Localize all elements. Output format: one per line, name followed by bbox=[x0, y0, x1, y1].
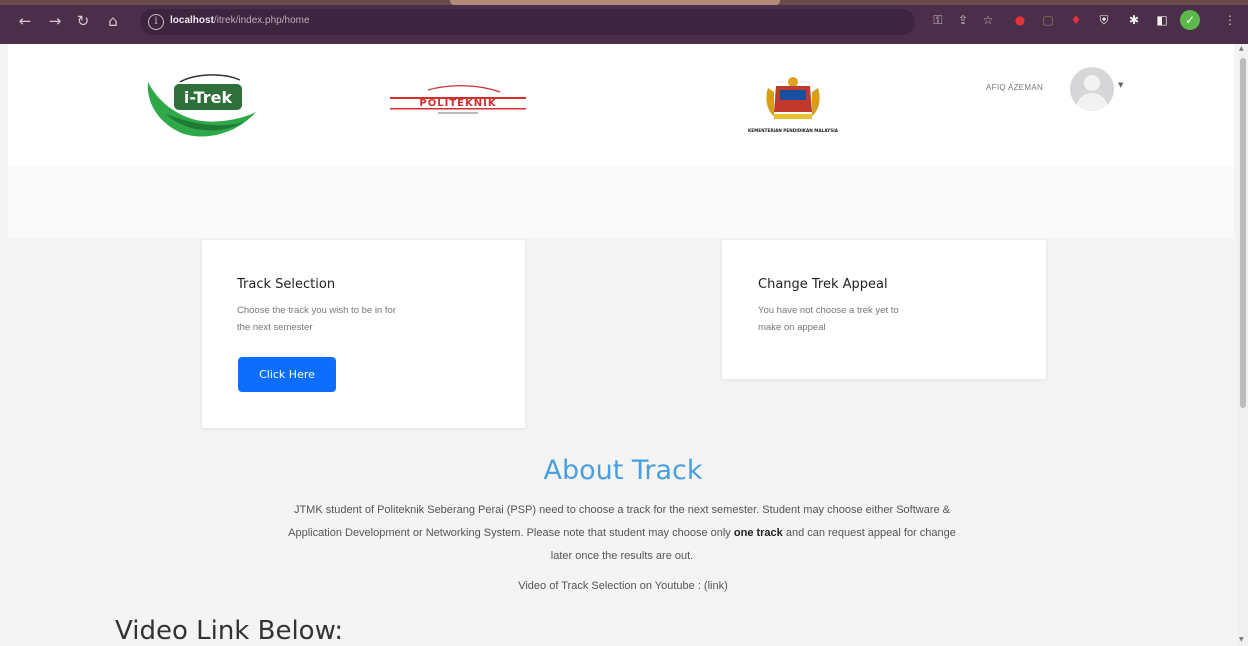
politeknik-arc bbox=[427, 85, 501, 93]
site-header: i-Trek POLITEKNIK KEMENTERIAN PENDIDIKAN… bbox=[8, 44, 1234, 166]
url-host: localhost bbox=[170, 15, 214, 26]
about-line-2-end: and can request appeal for change bbox=[782, 527, 956, 539]
kpm-crest-tiger-right bbox=[812, 88, 820, 116]
track-card-text: Choose the track you wish to be in for t… bbox=[237, 302, 396, 336]
url-path: /itrek/index.php/home bbox=[213, 15, 310, 26]
kpm-crest-band bbox=[780, 90, 806, 100]
browser-toolbar: ← → ↻ ⌂ i localhost/itrek/index.php/home… bbox=[0, 0, 1248, 44]
kpm-crest-tiger-left bbox=[766, 88, 774, 116]
click-here-button[interactable]: Click Here bbox=[238, 357, 336, 392]
home-icon[interactable]: ⌂ bbox=[102, 10, 124, 32]
back-icon[interactable]: ← bbox=[14, 10, 36, 32]
appeal-card-text: You have not choose a trek yet to make o… bbox=[758, 302, 899, 336]
shield-icon[interactable]: ⛨ bbox=[1096, 12, 1112, 28]
scrollbar-thumb[interactable] bbox=[1240, 58, 1246, 408]
address-bar[interactable]: i localhost/itrek/index.php/home bbox=[140, 9, 915, 35]
about-line-3: later once the results are out. bbox=[550, 550, 694, 562]
chevron-down-icon[interactable]: ▼ bbox=[1118, 81, 1123, 89]
avatar-body bbox=[1076, 93, 1108, 111]
avatar-head bbox=[1084, 75, 1100, 91]
scroll-up-arrow-icon[interactable]: ▲ bbox=[1239, 45, 1244, 52]
appeal-card-text-line1: You have not choose a trek yet to bbox=[758, 305, 899, 316]
track-card-text-line1: Choose the track you wish to be in for bbox=[237, 305, 396, 316]
youtube-video-link[interactable]: Video of Track Selection on Youtube : (l… bbox=[0, 580, 1246, 592]
about-track-description: JTMK student of Politeknik Seberang Pera… bbox=[110, 499, 1134, 568]
politeknik-logo-text: POLITEKNIK bbox=[419, 98, 496, 109]
track-card-text-line2: the next semester bbox=[237, 322, 313, 333]
about-line-2: Application Development or Networking Sy… bbox=[110, 522, 1134, 545]
politeknik-line-bottom bbox=[390, 108, 526, 110]
about-track-heading: About Track bbox=[543, 455, 703, 486]
extension-red-icon[interactable]: ● bbox=[1012, 12, 1028, 28]
appeal-card-title: Change Trek Appeal bbox=[758, 277, 888, 292]
kpm-logo-text: KEMENTERIAN PENDIDIKAN MALAYSIA bbox=[748, 128, 839, 133]
info-icon[interactable]: i bbox=[148, 14, 164, 30]
extension-pin-icon[interactable]: ♦ bbox=[1068, 12, 1084, 28]
about-line-1: JTMK student of Politeknik Seberang Pera… bbox=[293, 504, 951, 516]
about-line-2-start: Application Development or Networking Sy… bbox=[288, 527, 734, 539]
sidepanel-icon[interactable]: ◧ bbox=[1154, 12, 1170, 28]
header-spacer bbox=[8, 166, 1234, 238]
politeknik-logo[interactable]: POLITEKNIK bbox=[388, 80, 528, 120]
user-name[interactable]: AFIQ AZEMAN bbox=[986, 83, 1043, 92]
forward-icon[interactable]: → bbox=[44, 10, 66, 32]
kpm-crest-ribbon bbox=[774, 114, 812, 119]
kpm-crest-star bbox=[788, 77, 798, 87]
star-icon[interactable]: ☆ bbox=[980, 12, 996, 28]
active-tab[interactable] bbox=[450, 0, 780, 5]
profile-icon[interactable]: ✓ bbox=[1180, 10, 1200, 30]
itrek-logo-text: i-Trek bbox=[184, 88, 233, 107]
appeal-card-text-line2: make on appeal bbox=[758, 322, 826, 333]
key-icon[interactable]: ⚿ bbox=[930, 12, 946, 28]
itrek-swoosh bbox=[179, 74, 241, 83]
politeknik-tagline bbox=[438, 112, 478, 114]
menu-icon[interactable]: ⋮ bbox=[1222, 12, 1238, 28]
video-link-heading: Video Link Below: bbox=[115, 616, 344, 646]
reload-icon[interactable]: ↻ bbox=[72, 10, 94, 32]
extension-box-icon[interactable]: ▢ bbox=[1040, 12, 1056, 28]
change-trek-appeal-card: Change Trek Appeal You have not choose a… bbox=[722, 240, 1046, 379]
scroll-down-arrow-icon[interactable]: ▼ bbox=[1239, 636, 1244, 643]
avatar[interactable] bbox=[1070, 67, 1114, 111]
itrek-logo[interactable]: i-Trek bbox=[144, 62, 264, 142]
url-text[interactable]: localhost/itrek/index.php/home bbox=[170, 15, 310, 26]
track-card-title: Track Selection bbox=[237, 277, 336, 292]
about-line-2-bold: one track bbox=[733, 527, 783, 539]
share-icon[interactable]: ⇪ bbox=[955, 12, 971, 28]
kpm-logo[interactable]: KEMENTERIAN PENDIDIKAN MALAYSIA bbox=[728, 72, 858, 142]
track-selection-card: Track Selection Choose the track you wis… bbox=[202, 240, 525, 428]
extensions-icon[interactable]: ✱ bbox=[1126, 12, 1142, 28]
